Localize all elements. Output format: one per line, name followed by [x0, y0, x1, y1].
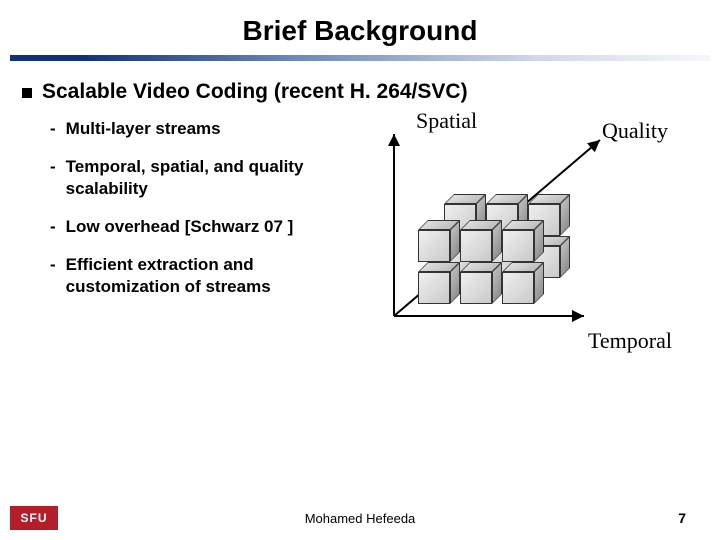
page-number: 7: [678, 510, 686, 526]
footer: SFU Mohamed Hefeeda 7: [0, 500, 720, 530]
list-item-text: Efficient extraction and customization o…: [66, 254, 352, 298]
dash-icon: -: [50, 216, 56, 238]
divider: [10, 55, 710, 61]
two-column-body: - Multi-layer streams - Temporal, spatia…: [22, 118, 700, 314]
cube-icon: [418, 262, 454, 298]
cube-icon: [460, 220, 496, 256]
content-area: Scalable Video Coding (recent H. 264/SVC…: [22, 80, 700, 314]
square-bullet-icon: [22, 88, 32, 98]
title-band: Brief Background: [0, 6, 720, 56]
dash-icon: -: [50, 156, 56, 178]
footer-author: Mohamed Hefeeda: [0, 511, 720, 526]
list-item: - Low overhead [Schwarz 07 ]: [50, 216, 352, 238]
list-item-text: Low overhead [Schwarz 07 ]: [66, 216, 294, 238]
slide: Brief Background Scalable Video Coding (…: [0, 0, 720, 540]
dash-icon: -: [50, 118, 56, 140]
bullet-list: - Multi-layer streams - Temporal, spatia…: [22, 118, 352, 314]
cube-icon: [418, 220, 454, 256]
list-item: - Multi-layer streams: [50, 118, 352, 140]
section-heading-row: Scalable Video Coding (recent H. 264/SVC…: [22, 80, 700, 104]
scalability-cube-diagram: Spatial Quality Temporal: [352, 112, 692, 372]
dash-icon: -: [50, 254, 56, 276]
cube-icon: [460, 262, 496, 298]
cube-icon: [502, 220, 538, 256]
diagram-column: Spatial Quality Temporal: [352, 118, 700, 314]
list-item: - Efficient extraction and customization…: [50, 254, 352, 298]
section-heading: Scalable Video Coding (recent H. 264/SVC…: [42, 80, 468, 104]
list-item-text: Multi-layer streams: [66, 118, 221, 140]
slide-title: Brief Background: [0, 6, 720, 56]
list-item: - Temporal, spatial, and quality scalabi…: [50, 156, 352, 200]
cube-icon: [502, 262, 538, 298]
list-item-text: Temporal, spatial, and quality scalabili…: [66, 156, 352, 200]
